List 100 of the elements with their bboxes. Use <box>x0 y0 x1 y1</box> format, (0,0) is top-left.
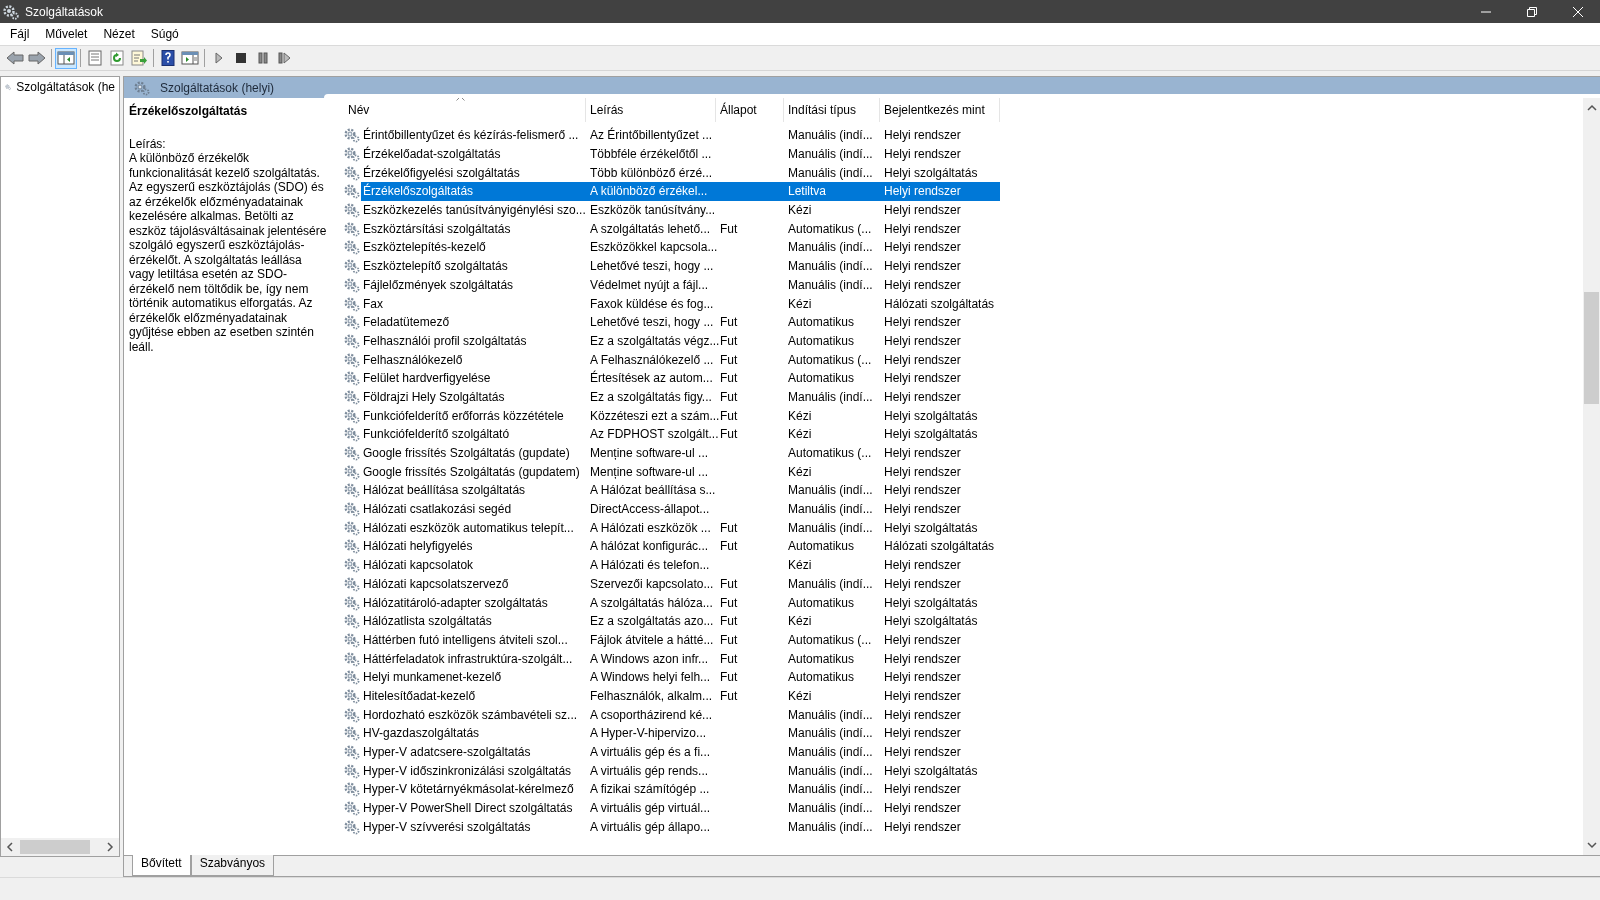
table-cell-text: Automatikus <box>787 669 856 687</box>
service-row[interactable]: Hyper-V adatcsere-szolgáltatás A virtuális gép és a fi... Manuális (indí... Helyi rendszer <box>344 742 1583 762</box>
table-cell-text: Helyi rendszer <box>883 818 962 836</box>
table-cell-text: Fut <box>719 519 739 537</box>
gears-icon <box>344 388 360 405</box>
vertical-scrollbar[interactable] <box>1583 98 1600 855</box>
scroll-up-icon[interactable] <box>1586 104 1597 112</box>
service-row[interactable]: Földrajzi Hely Szolgáltatás Ez a szolgáltatás figy... Fut Manuális (indí... Helyi rendszer <box>344 387 1583 407</box>
table-cell-text: Kézi <box>787 463 813 481</box>
service-row[interactable]: Hálózati kapcsolatok A Hálózati és telefon... Kézi Helyi rendszer <box>344 555 1583 575</box>
service-row[interactable]: Hálózati kapcsolatszervező Szervezői kapcsolato... Fut Manuális (indí... Helyi rendszer <box>344 574 1583 594</box>
column-header[interactable]: Bejelentkezés mint <box>880 98 1000 122</box>
service-row[interactable]: Eszköztelepítés-kezelő Eszközökkel kapcsola... Manuális (indí... Helyi rendszer <box>344 238 1583 257</box>
service-row[interactable]: Érzékelőfigyelési szolgáltatás Több különböző érzé... Manuális (indí... Helyi szolgáltatás <box>344 163 1583 183</box>
scroll-down-icon[interactable] <box>1586 841 1597 849</box>
table-cell-text: Helyi rendszer <box>883 146 962 164</box>
service-row[interactable]: Hyper-V kötetárnyékmásolat-kérelmező A fizikai számítógép ... Manuális (indí... Helyi rendszer <box>344 780 1583 799</box>
column-header[interactable]: Indítási típus <box>784 98 880 122</box>
service-row[interactable]: Hálózati csatlakozási segéd DirectAccess-állapot... Manuális (indí... Helyi rendszer <box>344 499 1583 519</box>
service-row[interactable]: Érzékelőadat-szolgáltatás Többféle érzékelőtől ... Manuális (indí... Helyi rendszer <box>344 144 1583 164</box>
table-cell-text: Fut <box>719 538 739 556</box>
service-row[interactable]: Érintőbillentyűzet és kézírás-felismerő ... Az Érintőbillentyűzet ... Manuális (indí... Helyi rendszer <box>344 126 1583 145</box>
scroll-thumb[interactable] <box>20 840 90 854</box>
service-row[interactable]: Felhasználókezelő A Felhasználókezelő ... Fut Automatikus (... Helyi rendszer <box>344 350 1583 369</box>
menu-item[interactable]: Nézet <box>103 27 135 41</box>
table-cell-text: Fut <box>719 220 739 238</box>
service-row[interactable]: Felület hardverfigyelése Értesítések az autom... Fut Automatikus Helyi rendszer <box>344 368 1583 388</box>
table-cell-text: Manuális (indí... <box>787 762 874 780</box>
column-header[interactable]: Név <box>344 98 586 122</box>
service-row[interactable]: HV-gazdaszolgáltatás A Hyper-V-hipervizo... Manuális (indí... Helyi rendszer <box>344 724 1583 743</box>
gears-icon <box>344 127 360 144</box>
table-cell-text: Automatikus (... <box>787 220 873 238</box>
table-cell: A különböző érzékel... <box>586 182 716 201</box>
service-row[interactable]: Google frissítés Szolgáltatás (gupdate) Menține software-ul ... Automatikus (... Helyi rendszer <box>344 443 1583 463</box>
table-cell-text: Fut <box>719 351 739 369</box>
service-row[interactable]: Eszköztelepítő szolgáltatás Lehetővé teszi, hogy ... Manuális (indí... Helyi rendszer <box>344 256 1583 276</box>
gears-icon <box>134 79 150 96</box>
table-cell-text: Automatikus <box>787 650 856 668</box>
description-label: Leírás: <box>129 136 167 151</box>
service-row[interactable]: Érzékelőszolgáltatás A különböző érzékel... Letiltva Helyi rendszer <box>344 182 1583 201</box>
table-cell-text: Fut <box>719 370 739 388</box>
gears-icon <box>344 557 360 574</box>
tree-item[interactable]: Szolgáltatások (he <box>1 77 119 97</box>
column-header[interactable]: Állapot <box>716 98 784 122</box>
service-row[interactable]: Eszközkezelés tanúsítványigénylési szo... Eszközök tanúsítvány... Kézi Helyi rendszer <box>344 200 1583 220</box>
service-row[interactable]: Funkciófelderítő szolgáltató Az FDPHOST szolgált...Fut Kézi Helyi szolgáltatás <box>344 425 1583 444</box>
service-row[interactable]: Hyper-V PowerShell Direct szolgáltatás A virtuális gép virtuál... Manuális (indí... Helyi rendszer <box>344 798 1583 818</box>
table-cell-text: Menține software-ul ... <box>589 445 710 463</box>
table-cell-text: Helyi rendszer <box>883 706 962 724</box>
menu-item[interactable]: Művelet <box>45 27 88 41</box>
gears-icon <box>344 519 360 536</box>
scroll-left-icon[interactable] <box>6 842 14 852</box>
service-row[interactable]: Hyper-V szívverési szolgáltatás A virtuális gép állapo... Manuális (indí... Helyi rendszer <box>344 817 1583 837</box>
table-cell-text: Manuális (indí... <box>787 725 874 743</box>
table-cell-text: A szolgáltatás hálóza... <box>589 594 714 612</box>
service-row[interactable]: Fax Faxok küldése és fog... Kézi Hálózati szolgáltatás <box>344 294 1583 313</box>
service-row[interactable]: Hálózatlista szolgáltatás Ez a szolgáltatás azo... Fut Kézi Helyi szolgáltatás <box>344 611 1583 631</box>
restore-icon[interactable] <box>1527 6 1537 17</box>
service-row[interactable]: Funkciófelderítő erőforrás közzététele Közzéteszi ezt a szám...Fut Kézi Helyi szolgáltatás <box>344 406 1583 425</box>
scroll-right-icon[interactable] <box>106 842 114 852</box>
tree-button[interactable] <box>55 47 77 69</box>
table-cell-text: A virtuális gép állapo... <box>589 818 712 836</box>
gears-icon <box>344 482 360 499</box>
menu-item[interactable]: Súgó <box>150 27 179 41</box>
service-row[interactable]: Helyi munkamenet-kezelő A Windows helyi felh... Fut Automatikus Helyi rendszer <box>344 667 1583 687</box>
scroll-thumb[interactable] <box>1584 292 1599 404</box>
close-icon[interactable] <box>1573 6 1583 17</box>
service-row[interactable]: Hálózat beállítása szolgáltatás A Hálózat beállítása s... Manuális (indí... Helyi rendszer <box>344 481 1583 500</box>
menu-item[interactable]: Fájl <box>10 27 30 41</box>
service-row[interactable]: Hitelesítőadat-kezelő Felhasználók, alkalm... Fut Kézi Helyi rendszer <box>344 686 1583 706</box>
service-row[interactable]: Google frissítés Szolgáltatás (gupdatem) Menține software-ul ... Kézi Helyi rendszer <box>344 462 1583 482</box>
gears-icon <box>344 276 360 293</box>
export-button[interactable] <box>128 47 150 69</box>
column-header[interactable]: Leírás <box>586 98 716 122</box>
table-cell-text: Fut <box>719 575 739 593</box>
service-name-cell-text: Érzékelőadat-szolgáltatás <box>362 145 502 164</box>
table-cell-text: A Hálózat beállítása s... <box>589 482 716 500</box>
service-row[interactable]: Hálózati helyfigyelés A hálózat konfigurác... Fut Automatikus Hálózati szolgáltatás <box>344 537 1583 556</box>
service-row[interactable]: Hyper-V időszinkronizálási szolgáltatás A virtuális gép rends... Manuális (indí... Helyi szolgáltatás <box>344 761 1583 781</box>
service-row[interactable]: Felhasználói profil szolgáltatás Ez a szolgáltatás végz...Fut Automatikus Helyi rendszer <box>344 331 1583 351</box>
gears-icon <box>344 202 360 219</box>
table-cell-text: Helyi rendszer <box>883 370 962 388</box>
gears-icon <box>344 463 360 480</box>
table-cell-text: Automatikus <box>787 332 856 350</box>
service-name-cell-text: Funkciófelderítő erőforrás közzététele <box>362 407 565 425</box>
service-row[interactable]: Fájlelőzmények szolgáltatás Védelmet nyújt a fájl... Manuális (indí... Helyi rendszer <box>344 275 1583 295</box>
table-cell-text: A Hálózati eszközök ... <box>589 519 712 537</box>
service-row[interactable]: Hordozható eszközök számbavételi sz... A csoportházirend ké... Manuális (indí... Helyi rendszer <box>344 705 1583 724</box>
table-cell-text: A virtuális gép rends... <box>589 762 710 780</box>
table-cell-text: Manuális (indí... <box>787 575 874 593</box>
service-row[interactable]: Eszköztársítási szolgáltatás A szolgáltatás lehető... Fut Automatikus (... Helyi rendszer <box>344 219 1583 239</box>
service-row[interactable]: Háttérben futó intelligens átviteli szol... Fájlok átvitele a hátté... Fut Automatikus (... Helyi rendszer <box>344 630 1583 650</box>
service-row[interactable]: Feladatütemező Lehetővé teszi, hogy ... Fut Automatikus Helyi rendszer <box>344 312 1583 332</box>
service-row[interactable]: Hálózatitároló-adapter szolgáltatás A szolgáltatás hálóza... Fut Automatikus Helyi szolgáltatás <box>344 593 1583 612</box>
horizontal-scrollbar[interactable] <box>1 838 119 856</box>
view-tab[interactable]: Bővített <box>132 855 191 876</box>
service-row[interactable]: Háttérfeladatok infrastruktúra-szolgált... A Windows azon infr... Fut Automatikus Helyi rendszer <box>344 649 1583 668</box>
view-tab[interactable]: Szabványos <box>190 855 275 876</box>
table-cell-text: Fut <box>719 314 739 332</box>
service-row[interactable]: Hálózati eszközök automatikus telepít... A Hálózati eszközök ... Fut Manuális (indí... Helyi szolgáltatás <box>344 518 1583 538</box>
